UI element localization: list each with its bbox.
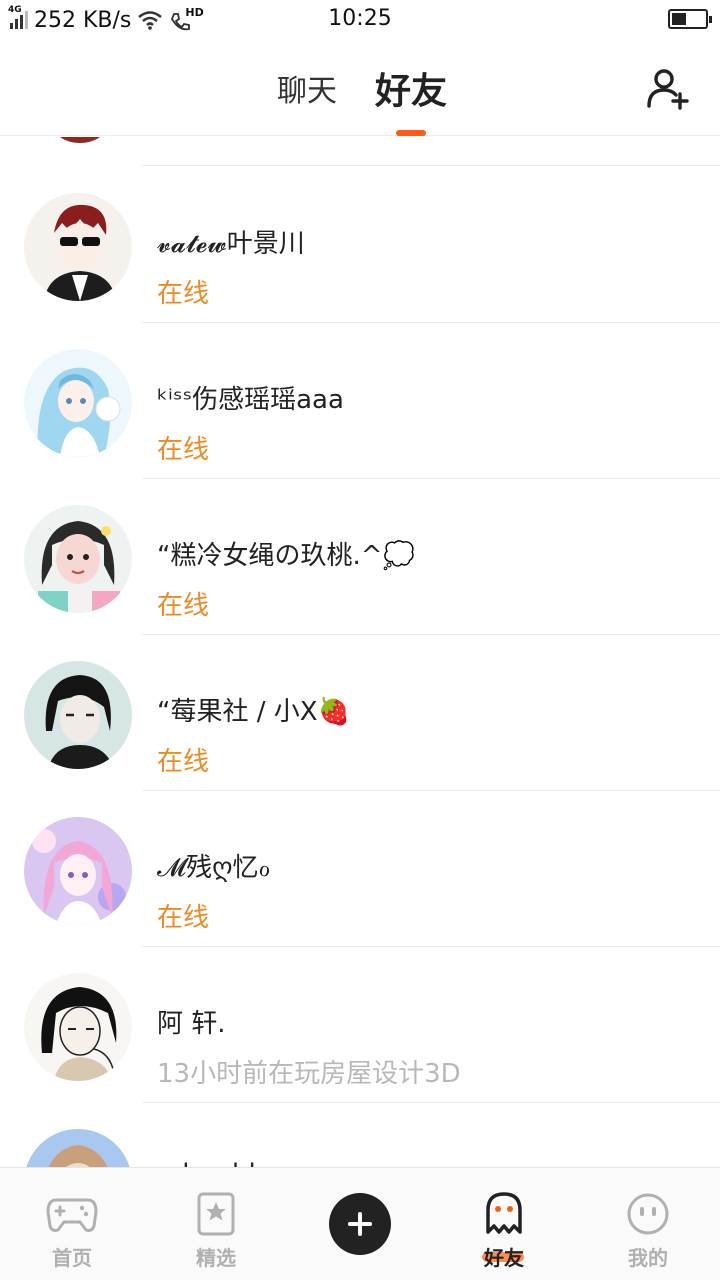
tab-friends[interactable]: 好友 xyxy=(375,62,447,114)
ghost-icon xyxy=(486,1192,522,1234)
nav-label: 精选 xyxy=(196,1246,236,1270)
friend-name: ᵏⁱˢˢ伤感瑶瑶aaa xyxy=(157,385,344,415)
friend-name: “莓果社 / 小X🍓 xyxy=(157,697,350,727)
nav-label: 好友 xyxy=(484,1246,524,1270)
nav-label: 我的 xyxy=(628,1246,668,1270)
gamepad-icon xyxy=(46,1198,98,1232)
status-bar: 4G 252 KB/s HD 10:25 xyxy=(0,0,720,40)
avatar[interactable] xyxy=(24,661,132,769)
friend-row[interactable]: “糕冷女绳の玖桃.^💭 在线 xyxy=(0,479,720,635)
avatar[interactable] xyxy=(24,817,132,925)
friend-status: 在线 xyxy=(157,435,210,465)
signal-icon: 4G xyxy=(8,5,28,29)
nav-home[interactable]: 首页 xyxy=(0,1168,144,1280)
friend-name: “糕冷女绳の玖桃.^💭 xyxy=(157,541,415,571)
friend-name: adorable xyxy=(157,1159,272,1167)
hd-label: HD xyxy=(185,6,204,19)
avatar[interactable] xyxy=(24,505,132,613)
friend-status: 在线 xyxy=(157,591,210,621)
friend-name: 𝓿𝓪𝓽𝓮𝔀叶景川 xyxy=(157,229,305,259)
friend-status: 在线 xyxy=(157,903,210,933)
friend-row[interactable]: 阿 轩. 13小时前在玩房屋设计3D xyxy=(0,947,720,1103)
friend-status: 在线 xyxy=(157,279,210,309)
friend-row[interactable]: ᵏⁱˢˢ伤感瑶瑶aaa 在线 xyxy=(0,323,720,479)
friend-name: 𝓜残ღ忆ℴ xyxy=(157,853,271,883)
bottom-navigation: 首页 精选 好友 我的 xyxy=(0,1167,720,1280)
friend-row[interactable]: 𝓿𝓪𝓽𝓮𝔀叶景川 在线 xyxy=(0,167,720,323)
tab-chat[interactable]: 聊天 xyxy=(277,66,337,110)
friend-row[interactable]: 𝓜残ღ忆ℴ 在线 xyxy=(0,791,720,947)
list-item-partial xyxy=(0,137,720,167)
star-bookmark-icon xyxy=(197,1192,235,1236)
nav-me[interactable]: 我的 xyxy=(576,1168,720,1280)
friend-row[interactable]: adorable xyxy=(0,1103,720,1167)
friend-status: 在线 xyxy=(157,747,210,777)
nav-friends[interactable]: 好友 xyxy=(432,1168,576,1280)
add-user-icon[interactable] xyxy=(646,66,690,110)
divider xyxy=(142,165,720,166)
nav-featured[interactable]: 精选 xyxy=(144,1168,288,1280)
status-left: 4G 252 KB/s HD xyxy=(8,5,204,33)
top-header: 聊天 好友 xyxy=(0,40,720,136)
friend-name: 阿 轩. xyxy=(157,1009,226,1039)
network-type: 4G xyxy=(8,5,22,15)
friend-list[interactable]: 𝓿𝓪𝓽𝓮𝔀叶景川 在线 ᵏⁱˢˢ伤感瑶瑶aaa 在线 “糕冷女绳の玖桃.^💭 在… xyxy=(0,137,720,1167)
hd-call-icon: HD xyxy=(169,6,204,31)
friend-row[interactable]: “莓果社 / 小X🍓 在线 xyxy=(0,635,720,791)
avatar[interactable] xyxy=(24,349,132,457)
friend-status: 13小时前在玩房屋设计3D xyxy=(157,1059,461,1089)
avatar[interactable] xyxy=(24,193,132,301)
network-speed: 252 KB/s xyxy=(34,7,132,33)
wifi-icon xyxy=(138,11,163,30)
avatar xyxy=(50,137,110,143)
active-tab-indicator xyxy=(396,130,426,136)
avatar[interactable] xyxy=(24,973,132,1081)
battery-icon xyxy=(668,9,712,29)
smiley-face-icon xyxy=(627,1193,669,1235)
create-plus-button[interactable] xyxy=(329,1193,391,1255)
nav-label: 首页 xyxy=(52,1246,92,1270)
battery-fill xyxy=(672,13,686,25)
avatar[interactable] xyxy=(24,1129,132,1167)
